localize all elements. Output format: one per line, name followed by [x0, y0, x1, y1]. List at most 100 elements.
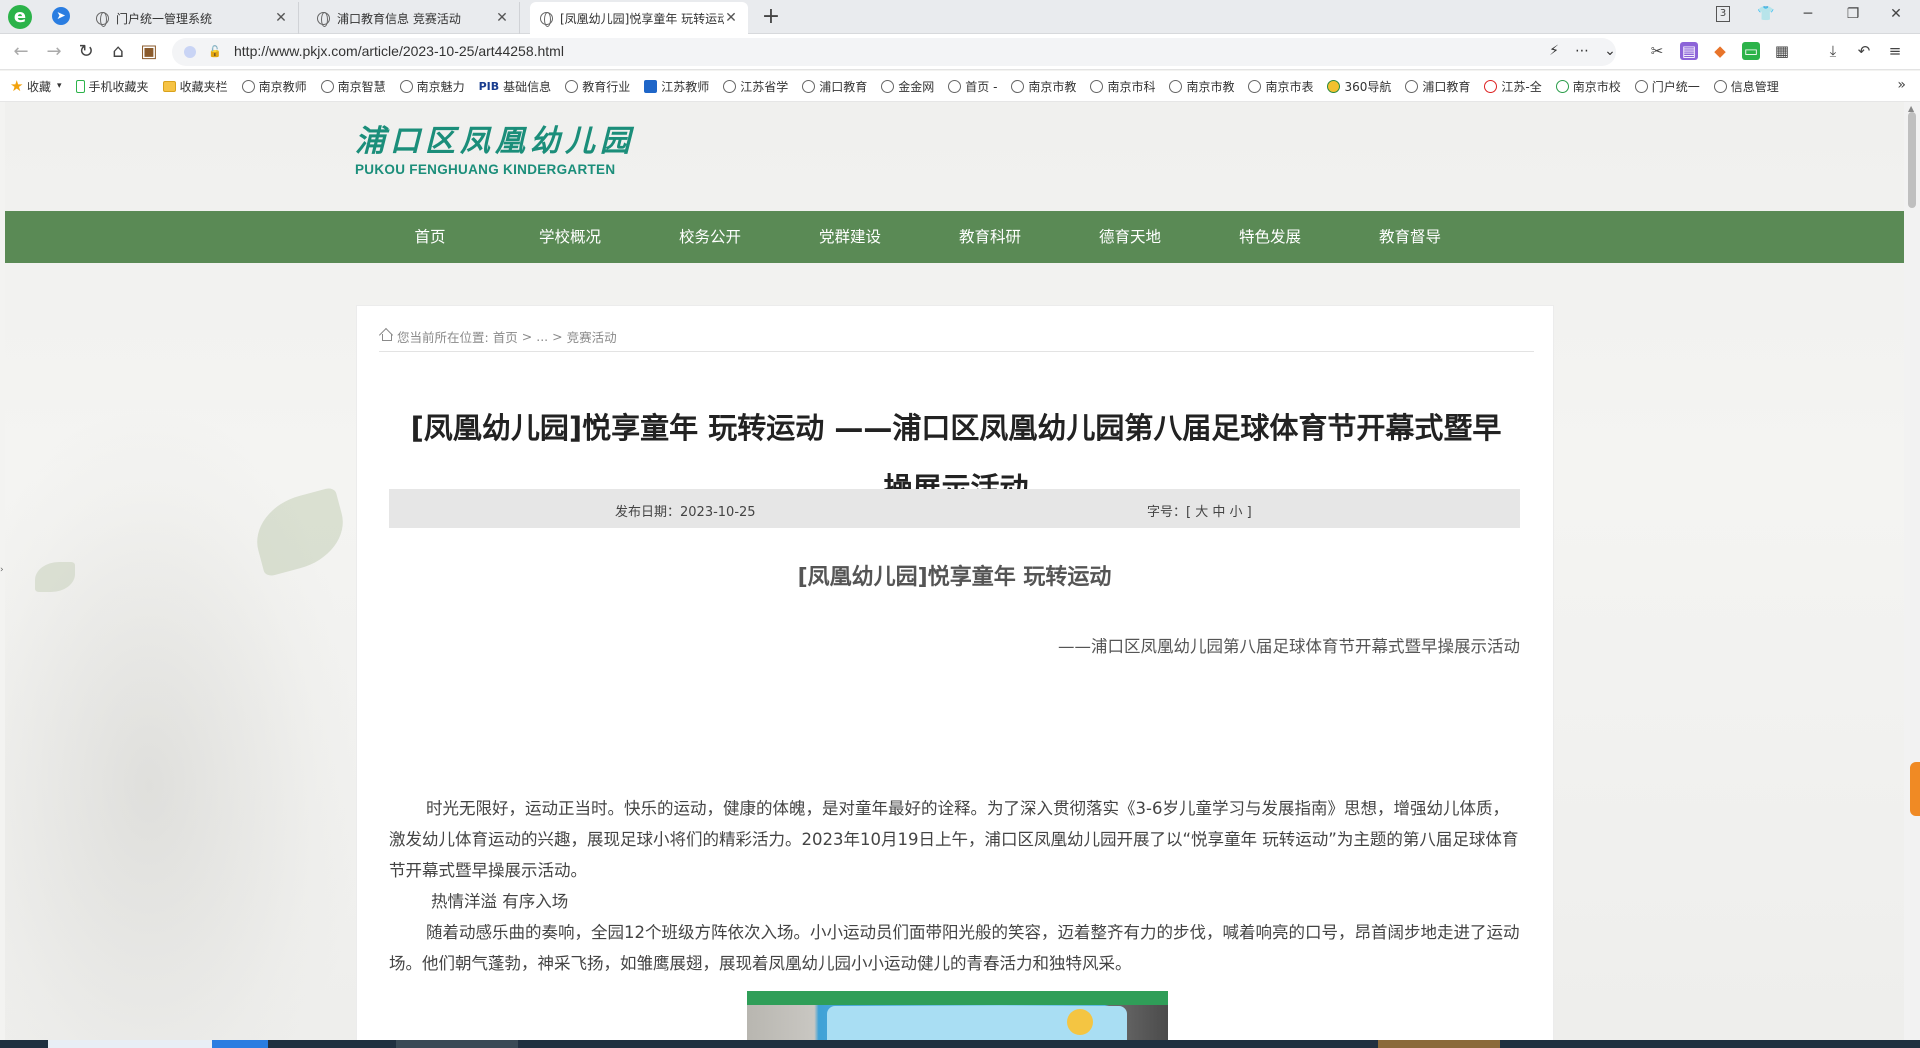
bookmark-item[interactable]: 南京魅力: [399, 78, 465, 95]
chevron-down-icon[interactable]: ⌄: [1600, 43, 1620, 59]
chat-icon[interactable]: ▭: [1742, 42, 1760, 60]
bookmark-item[interactable]: 南京市科: [1090, 78, 1155, 95]
skin-icon[interactable]: 👕: [1756, 6, 1776, 22]
globe-icon: [1169, 79, 1183, 93]
bookmark-item[interactable]: 收藏夹栏: [162, 78, 228, 95]
tab-portal[interactable]: 门户统一管理系统 ✕: [86, 2, 299, 34]
reload-icon[interactable]: ↻: [75, 41, 97, 62]
globe-icon: [399, 79, 413, 93]
close-icon[interactable]: ✕: [495, 10, 509, 26]
font-size-selector[interactable]: 字号：[ 大 中 小 ]: [1147, 501, 1252, 520]
tab-article-active[interactable]: [凤凰幼儿园]悦享童年 玩转运动 ✕: [530, 2, 748, 34]
url-text[interactable]: http://www.pkjx.com/article/2023-10-25/a…: [234, 43, 564, 59]
bookmark-item[interactable]: 金金网: [881, 78, 934, 95]
bookmark-item[interactable]: 南京市校: [1555, 78, 1621, 95]
bookmark-label: 手机收藏夹: [88, 79, 149, 94]
lightning-icon[interactable]: ⚡: [1544, 43, 1564, 59]
bookmark-item[interactable]: 南京市教: [1169, 78, 1234, 95]
translate-icon[interactable]: ▤: [1680, 42, 1698, 60]
side-collapse-icon[interactable]: ›: [0, 565, 4, 575]
breadcrumb-home[interactable]: 首页: [493, 327, 518, 346]
side-panel-tab[interactable]: [1910, 762, 1920, 816]
taskbar-item[interactable]: [396, 1040, 518, 1048]
bookmark-item[interactable]: 江苏教师: [644, 78, 709, 95]
article-subtitle: [凤凰幼儿园]悦享童年 玩转运动: [797, 565, 1112, 590]
bookmark-item[interactable]: 浦口教育: [802, 78, 867, 95]
browser-logo-icon[interactable]: e: [8, 5, 32, 29]
bookmark-item[interactable]: 信息管理: [1713, 78, 1779, 95]
logo-chinese: 浦口区凤凰幼儿园: [355, 124, 635, 159]
globe-icon: [1248, 79, 1262, 93]
security-shield-icon[interactable]: [184, 46, 196, 58]
menu-icon[interactable]: ≡: [1886, 42, 1904, 60]
nav-features[interactable]: 特色发展: [1200, 211, 1340, 263]
bookmark-item[interactable]: 浦口教育: [1405, 78, 1470, 95]
phone-icon: [75, 79, 85, 93]
star-icon: ★: [10, 76, 24, 95]
bookmark-item[interactable]: 教育行业: [565, 78, 630, 95]
bookmark-item[interactable]: 南京智慧: [320, 78, 386, 95]
tab-count-badge[interactable]: 3: [1716, 6, 1730, 22]
article-subline: ——浦口区凤凰幼儿园第八届足球体育节开幕式暨早操展示活动: [1058, 637, 1520, 656]
bookmark-item[interactable]: ★ 收藏 ▾: [10, 78, 62, 95]
restore-icon[interactable]: ❐: [1843, 6, 1863, 22]
bookmark-label: 南京智慧: [337, 79, 386, 94]
nav-supervision[interactable]: 教育督导: [1340, 211, 1480, 263]
back-icon[interactable]: ←: [10, 41, 32, 62]
dropdown-icon[interactable]: ▾: [57, 81, 62, 91]
bookmark-item[interactable]: 360导航: [1327, 78, 1391, 95]
nav-moral-education[interactable]: 德育天地: [1060, 211, 1200, 263]
globe-icon: [565, 79, 579, 93]
nav-school-affairs[interactable]: 校务公开: [640, 211, 780, 263]
red-icon: [1484, 79, 1498, 93]
close-window-icon[interactable]: ✕: [1886, 6, 1906, 22]
bookmark-item[interactable]: 南京市教: [1011, 78, 1076, 95]
undo-icon[interactable]: ↶: [1855, 42, 1873, 60]
tab-pukou-edu[interactable]: 浦口教育信息 竞赛活动 ✕: [307, 2, 520, 34]
nav-party-building[interactable]: 党群建设: [780, 211, 920, 263]
bookmark-item[interactable]: 江苏-全: [1484, 78, 1542, 95]
scrollbar[interactable]: ▲: [1904, 102, 1920, 1040]
main-navigation: 首页 学校概况 校务公开 党群建设 教育科研 德育天地 特色发展 教育督导: [5, 211, 1904, 263]
bookmark-item[interactable]: PIB 基础信息: [479, 78, 552, 95]
more-options-icon[interactable]: ⋯: [1572, 43, 1592, 59]
insecure-lock-icon[interactable]: 🔓: [208, 45, 222, 58]
breadcrumb-ellipsis[interactable]: ...: [536, 329, 548, 344]
bookmark-item[interactable]: 南京教师: [241, 78, 307, 95]
url-field[interactable]: 🔓 http://www.pkjx.com/article/2023-10-25…: [172, 38, 1616, 66]
breadcrumb-current[interactable]: 竞赛活动: [567, 327, 617, 346]
apps-grid-icon[interactable]: ▦: [1773, 42, 1791, 60]
scrollbar-thumb[interactable]: [1908, 112, 1916, 208]
close-icon[interactable]: ✕: [724, 10, 738, 26]
globe-icon: [802, 79, 816, 93]
close-icon[interactable]: ✕: [274, 10, 288, 26]
briefcase-icon[interactable]: ▣: [138, 41, 160, 62]
bookmark-item[interactable]: 门户统一: [1634, 78, 1700, 95]
download-icon[interactable]: ⤓: [1824, 42, 1842, 60]
bookmark-item[interactable]: 手机收藏夹: [75, 78, 149, 95]
bookmark-label: 南京教师: [258, 79, 307, 94]
nav-school-overview[interactable]: 学校概况: [500, 211, 640, 263]
home-button-icon[interactable]: ⌂: [107, 41, 129, 62]
scissors-icon[interactable]: ✂: [1648, 42, 1666, 60]
bookmark-label: 收藏夹栏: [179, 79, 228, 94]
pinned-tab-icon[interactable]: ➤: [52, 7, 70, 25]
address-bar: ← → ↻ ⌂ ▣ 🔓 http://www.pkjx.com/article/…: [0, 34, 1920, 70]
bookmark-item[interactable]: 南京市表: [1248, 78, 1313, 95]
forward-icon[interactable]: →: [43, 41, 65, 62]
site-logo[interactable]: 浦口区凤凰幼儿园 PUKOU FENGHUANG KINDERGARTEN: [355, 116, 635, 177]
minimize-icon[interactable]: ─: [1798, 6, 1818, 22]
breadcrumb: 您当前所在位置: 首页 > ... > 竞赛活动: [379, 322, 1534, 352]
game-icon[interactable]: ◆: [1711, 42, 1729, 60]
taskbar-item[interactable]: [212, 1040, 268, 1048]
paragraph: 随着动感乐曲的奏响，全园12个班级方阵依次入场。小小运动员们面带阳光般的笑容，迈…: [389, 923, 1520, 973]
nav-home[interactable]: 首页: [360, 211, 500, 263]
bookmark-item[interactable]: 江苏省学: [723, 78, 788, 95]
tab-label: 门户统一管理系统: [116, 11, 213, 26]
new-tab-button[interactable]: +: [760, 4, 782, 29]
taskbar-item[interactable]: [1378, 1040, 1500, 1048]
nav-research[interactable]: 教育科研: [920, 211, 1060, 263]
more-bookmarks-icon[interactable]: »: [1897, 77, 1906, 93]
taskbar-item[interactable]: [48, 1040, 212, 1048]
bookmark-item[interactable]: 首页 -: [948, 78, 997, 95]
